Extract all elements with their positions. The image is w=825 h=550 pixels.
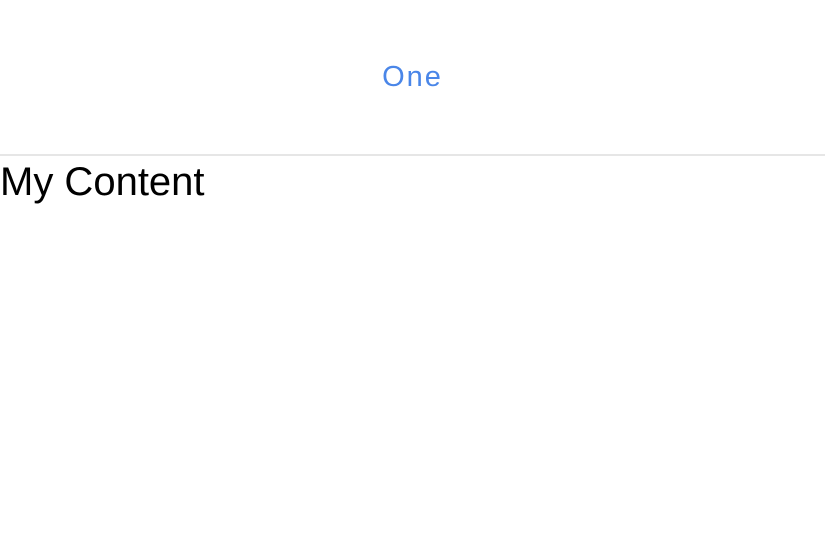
tab-label: One (382, 60, 443, 93)
tab-one[interactable]: One (0, 0, 825, 154)
tab-bar: One (0, 0, 825, 156)
content-text: My Content (0, 160, 205, 204)
tab-content-panel: My Content (0, 158, 825, 550)
app-root: One My Content (0, 0, 825, 550)
